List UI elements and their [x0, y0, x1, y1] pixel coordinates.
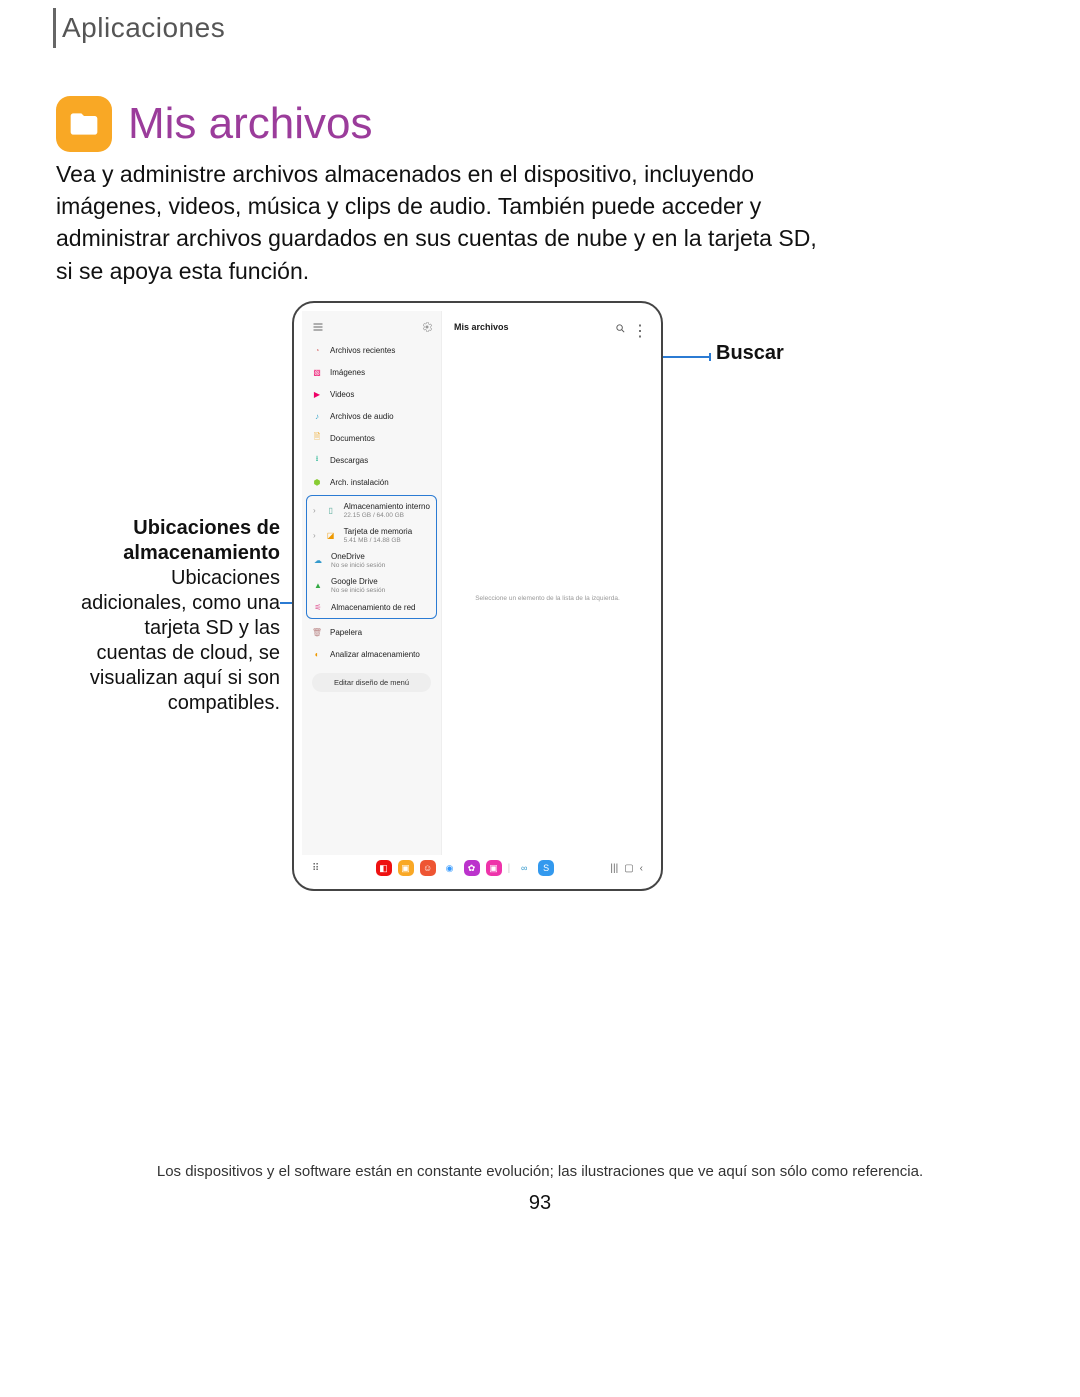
- chevron-right-icon: ›: [313, 506, 316, 515]
- sidebar-item-images[interactable]: ▧ Imágenes: [302, 361, 441, 383]
- analyze-icon: ◐: [312, 649, 322, 659]
- sidebar-item-label: Documentos: [330, 434, 375, 443]
- sidebar-item-analyze[interactable]: ◐ Analizar almacenamiento: [302, 643, 441, 665]
- chevron-right-icon: ›: [313, 531, 316, 540]
- sidebar-item-label: Analizar almacenamiento: [330, 650, 420, 659]
- sidebar-item-documents[interactable]: 🗎 Documentos: [302, 427, 441, 449]
- settings-icon[interactable]: [421, 321, 433, 333]
- files-main-pane: Mis archivos ⋮ Seleccione un elemento de…: [442, 311, 653, 855]
- edit-menu-button[interactable]: Editar diseño de menú: [312, 673, 431, 692]
- menu-icon[interactable]: [312, 321, 324, 333]
- apps-grid-icon[interactable]: ⠿: [312, 863, 319, 874]
- sidebar-item-label: Videos: [330, 390, 354, 399]
- empty-state-hint: Seleccione un elemento de la lista de la…: [442, 342, 653, 855]
- main-header-title: Mis archivos: [454, 322, 609, 332]
- taskbar-app-icon[interactable]: ✿: [464, 860, 480, 876]
- footnote: Los dispositivos y el software están en …: [0, 1163, 1080, 1180]
- sidebar-item-label: Google Drive: [331, 577, 378, 586]
- taskbar-app-icon[interactable]: ◧: [376, 860, 392, 876]
- trash-icon: 🗑: [312, 627, 322, 637]
- sidebar-item-sublabel: No se inició sesión: [331, 562, 385, 569]
- sidebar-item-apk[interactable]: ⬢ Arch. instalación: [302, 471, 441, 493]
- download-icon: ⭳: [312, 455, 322, 465]
- sidebar-item-label: Tarjeta de memoria: [344, 527, 412, 536]
- page-number: 93: [0, 1192, 1080, 1215]
- sidebar-item-label: Almacenamiento interno: [344, 502, 430, 511]
- taskbar-app-icon[interactable]: ◉: [442, 860, 458, 876]
- sidebar-item-internal[interactable]: › ▯ Almacenamiento interno 22.15 GB / 64…: [307, 498, 436, 523]
- onedrive-icon: ☁: [313, 556, 323, 566]
- taskbar-app-icon[interactable]: ▣: [486, 860, 502, 876]
- callout-search: Buscar: [716, 342, 784, 365]
- sidebar-item-videos[interactable]: ▶ Videos: [302, 383, 441, 405]
- android-taskbar: ⠿ ◧ ▣ ☺ ◉ ✿ ▣ | ∞ S ||| ▢ ‹: [302, 855, 653, 881]
- sidebar-item-recent[interactable]: ◔ Archivos recientes: [302, 339, 441, 361]
- taskbar-app-icon[interactable]: ▣: [398, 860, 414, 876]
- page-title: Mis archivos: [128, 99, 373, 149]
- sidebar-item-audio[interactable]: ♪ Archivos de audio: [302, 405, 441, 427]
- sidebar-item-label: OneDrive: [331, 552, 365, 561]
- sidebar-item-onedrive[interactable]: ☁ OneDrive No se inició sesión: [307, 548, 436, 573]
- sidebar-item-label: Papelera: [330, 628, 362, 637]
- sidebar-item-label: Descargas: [330, 456, 368, 465]
- taskbar-app-icon[interactable]: ☺: [420, 860, 436, 876]
- apk-icon: ⬢: [312, 477, 322, 487]
- taskbar-app-icon[interactable]: ∞: [516, 860, 532, 876]
- sidebar-item-label: Archivos recientes: [330, 346, 395, 355]
- page-title-row: Mis archivos: [56, 96, 373, 152]
- sidebar-item-downloads[interactable]: ⭳ Descargas: [302, 449, 441, 471]
- sidebar-item-network[interactable]: ⚟ Almacenamiento de red: [307, 598, 436, 616]
- sidebar-item-label: Archivos de audio: [330, 412, 394, 421]
- sidebar-item-sd[interactable]: › ◪ Tarjeta de memoria 5.41 MB / 14.88 G…: [307, 523, 436, 548]
- video-icon: ▶: [312, 389, 322, 399]
- sidebar-item-sublabel: 22.15 GB / 64.00 GB: [344, 512, 430, 519]
- clock-icon: ◔: [312, 345, 322, 355]
- my-files-app-icon: [56, 96, 112, 152]
- callout-storage-locations: Ubicaciones de almacenamiento Ubicacione…: [70, 516, 280, 716]
- files-sidebar: ◔ Archivos recientes ▧ Imágenes ▶ Videos…: [302, 311, 442, 855]
- sd-card-icon: ◪: [326, 531, 336, 541]
- more-icon[interactable]: ⋮: [632, 321, 643, 332]
- sidebar-item-trash[interactable]: 🗑 Papelera: [302, 621, 441, 643]
- section-indicator: [53, 8, 56, 48]
- sidebar-item-sublabel: 5.41 MB / 14.88 GB: [344, 537, 412, 544]
- body-paragraph: Vea y administre archivos almacenados en…: [56, 158, 836, 287]
- nav-back-icon[interactable]: ‹: [640, 863, 643, 874]
- nav-home-icon[interactable]: ▢: [624, 863, 633, 874]
- taskbar-app-icon[interactable]: S: [538, 860, 554, 876]
- nav-recents-icon[interactable]: |||: [610, 863, 618, 874]
- storage-locations-group: › ▯ Almacenamiento interno 22.15 GB / 64…: [306, 495, 437, 619]
- main-header: Mis archivos ⋮: [442, 311, 653, 342]
- search-icon[interactable]: [615, 321, 626, 332]
- document-icon: 🗎: [312, 433, 322, 443]
- sidebar-item-label: Almacenamiento de red: [331, 603, 416, 612]
- callout-left-body: Ubicaciones adicionales, como una tarjet…: [81, 567, 280, 714]
- google-drive-icon: ▲: [313, 581, 323, 591]
- sidebar-item-label: Imágenes: [330, 368, 365, 377]
- image-icon: ▧: [312, 367, 322, 377]
- tablet-screenshot: ◔ Archivos recientes ▧ Imágenes ▶ Videos…: [292, 301, 663, 891]
- audio-icon: ♪: [312, 411, 322, 421]
- sidebar-item-gdrive[interactable]: ▲ Google Drive No se inició sesión: [307, 573, 436, 598]
- phone-icon: ▯: [326, 506, 336, 516]
- section-label: Aplicaciones: [62, 12, 225, 44]
- network-icon: ⚟: [313, 602, 323, 612]
- sidebar-item-sublabel: No se inició sesión: [331, 587, 385, 594]
- callout-line: [709, 353, 711, 361]
- sidebar-item-label: Arch. instalación: [330, 478, 389, 487]
- callout-left-title: Ubicaciones de almacenamiento: [123, 517, 280, 564]
- divider: |: [508, 863, 511, 874]
